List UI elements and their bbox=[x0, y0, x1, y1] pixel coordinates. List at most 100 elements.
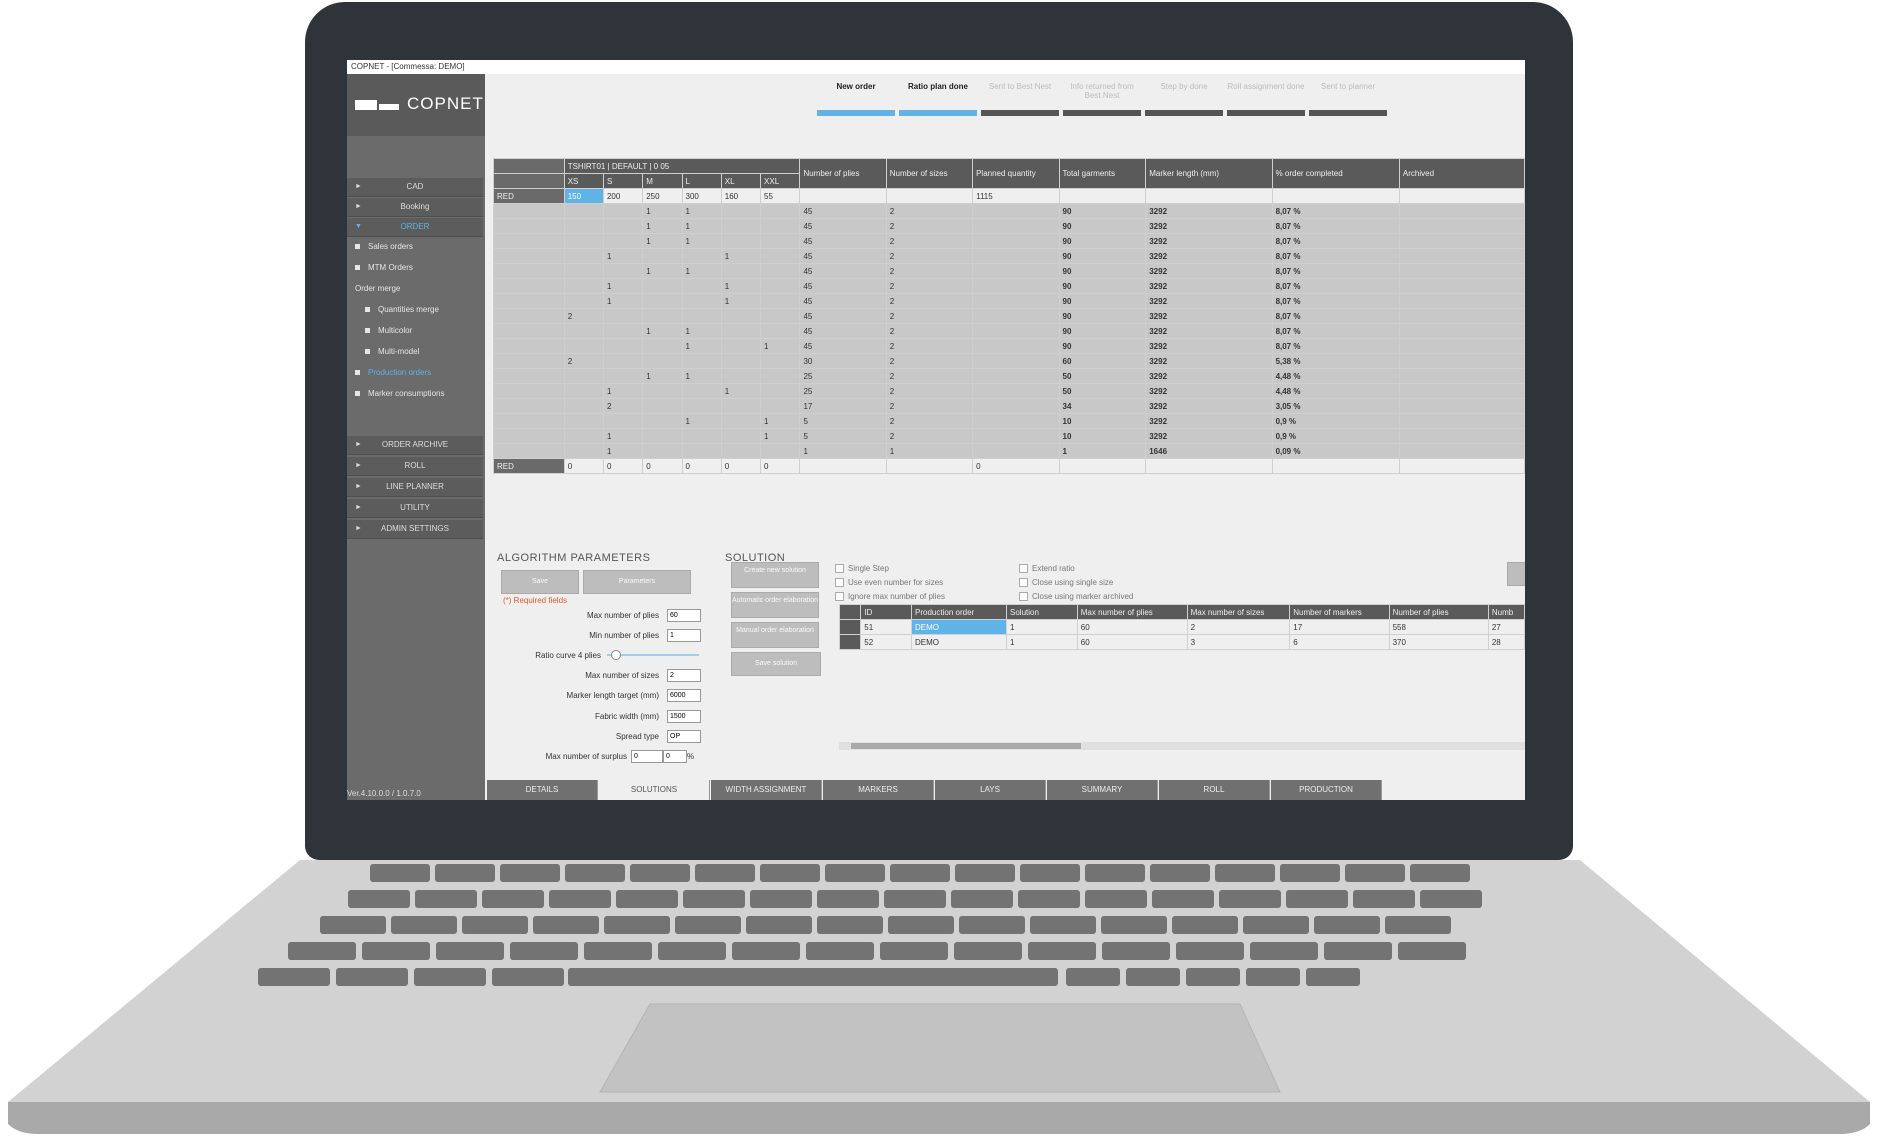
grid-cell[interactable]: 2 bbox=[885, 413, 974, 429]
solution-cell[interactable]: 370 bbox=[1388, 634, 1489, 650]
grid-cell[interactable]: 0,9 % bbox=[1271, 413, 1400, 429]
grid-cell[interactable]: 10 bbox=[1058, 428, 1147, 444]
grid-cell[interactable]: 2 bbox=[885, 428, 974, 444]
solution-column-header[interactable]: Max number of plies bbox=[1076, 604, 1188, 620]
grid-cell[interactable]: 5 bbox=[799, 428, 887, 444]
grid-cell[interactable] bbox=[1058, 458, 1147, 474]
grid-cell[interactable]: 3292 bbox=[1145, 308, 1273, 324]
grid-cell[interactable] bbox=[760, 383, 801, 399]
solution-cell[interactable]: 60 bbox=[1076, 634, 1188, 650]
solution-row[interactable]: 52 DEMO 1 60 3 6 370 28 bbox=[838, 634, 1525, 650]
grid-cell[interactable] bbox=[972, 278, 1060, 294]
grid-cell[interactable] bbox=[760, 353, 801, 369]
horizontal-scrollbar[interactable] bbox=[839, 742, 1525, 750]
qty-cell[interactable]: 150 bbox=[563, 188, 604, 204]
grid-cell[interactable]: 1 bbox=[681, 203, 722, 219]
tab-roll[interactable]: ROLL bbox=[1159, 780, 1270, 800]
grid-cell[interactable]: 3292 bbox=[1145, 293, 1273, 309]
nav-order[interactable]: ▼ ORDER bbox=[347, 218, 483, 237]
grid-cell[interactable]: 0,09 % bbox=[1271, 443, 1400, 459]
row-label[interactable] bbox=[493, 398, 565, 414]
grid-cell[interactable]: 2 bbox=[602, 398, 644, 414]
grid-cell[interactable]: 1 bbox=[760, 428, 801, 444]
grid-cell[interactable]: 1 bbox=[642, 368, 683, 384]
grid-cell[interactable]: 2 bbox=[885, 353, 974, 369]
grid-data-row[interactable]: 1 1 45 2 90 3292 8,07 % bbox=[493, 323, 1525, 339]
min-plies-input[interactable]: 1 bbox=[667, 629, 701, 642]
grid-cell[interactable] bbox=[1271, 458, 1400, 474]
grid-cell[interactable] bbox=[642, 278, 683, 294]
qty-cell[interactable]: 0 bbox=[681, 458, 722, 474]
grid-cell[interactable]: 90 bbox=[1058, 308, 1147, 324]
grid-cell[interactable] bbox=[642, 353, 683, 369]
solution-cell[interactable]: 60 bbox=[1076, 619, 1188, 635]
grid-cell[interactable]: 10 bbox=[1058, 413, 1147, 429]
grid-data-row[interactable]: 1 1 45 2 90 3292 8,07 % bbox=[493, 263, 1525, 279]
grid-cell[interactable]: 3292 bbox=[1145, 218, 1273, 234]
grid-cell[interactable] bbox=[1398, 383, 1525, 399]
grid-cell[interactable]: 45 bbox=[799, 233, 887, 249]
grid-cell[interactable] bbox=[602, 233, 644, 249]
grid-cell[interactable]: 2 bbox=[885, 308, 974, 324]
grid-cell[interactable]: 1 bbox=[602, 278, 644, 294]
row-label[interactable] bbox=[493, 278, 565, 294]
grid-cell[interactable] bbox=[720, 368, 762, 384]
grid-cell[interactable]: 3292 bbox=[1145, 413, 1273, 429]
grid-cell[interactable] bbox=[720, 338, 762, 354]
grid-cell[interactable] bbox=[563, 338, 604, 354]
grid-cell[interactable]: 1 bbox=[1058, 443, 1147, 459]
grid-cell[interactable] bbox=[1398, 398, 1525, 414]
grid-cell[interactable]: 1 bbox=[642, 323, 683, 339]
row-selector[interactable] bbox=[838, 619, 862, 635]
grid-cell[interactable] bbox=[972, 203, 1060, 219]
grid-cell[interactable] bbox=[642, 413, 683, 429]
grid-cell[interactable]: 5 bbox=[799, 413, 887, 429]
slider-handle[interactable] bbox=[611, 650, 621, 660]
grid-cell[interactable]: 8,07 % bbox=[1271, 263, 1400, 279]
grid-cell[interactable] bbox=[681, 308, 722, 324]
grid-cell[interactable]: 8,07 % bbox=[1271, 293, 1400, 309]
nav-cad[interactable]: ► CAD bbox=[347, 178, 483, 197]
grid-cell[interactable]: 1 bbox=[720, 278, 762, 294]
grid-cell[interactable] bbox=[1398, 308, 1525, 324]
grid-cell[interactable]: 90 bbox=[1058, 263, 1147, 279]
qty-cell[interactable]: 250 bbox=[642, 188, 683, 204]
row-label[interactable]: RED bbox=[493, 188, 565, 204]
option-checkbox[interactable]: Extend ratio bbox=[1019, 564, 1075, 574]
grid-cell[interactable]: 8,07 % bbox=[1271, 308, 1400, 324]
grid-cell[interactable]: 25 bbox=[799, 383, 887, 399]
grid-cell[interactable]: 1 bbox=[681, 413, 722, 429]
grid-cell[interactable] bbox=[799, 458, 887, 474]
checkbox-icon[interactable] bbox=[1019, 578, 1028, 588]
grid-cell[interactable]: 2 bbox=[885, 338, 974, 354]
nav-mtm-orders[interactable]: MTM Orders bbox=[355, 263, 413, 272]
grid-cell[interactable] bbox=[563, 203, 604, 219]
solution-cell[interactable]: 27 bbox=[1487, 619, 1525, 635]
grid-cell[interactable]: 4,48 % bbox=[1271, 383, 1400, 399]
tab-lays[interactable]: LAYS bbox=[935, 780, 1046, 800]
grid-cell[interactable]: 3292 bbox=[1145, 203, 1273, 219]
checkbox-icon[interactable] bbox=[1019, 592, 1028, 602]
option-checkbox[interactable]: Use even number for sizes bbox=[835, 578, 943, 588]
row-label[interactable] bbox=[493, 428, 565, 444]
grid-cell[interactable] bbox=[681, 278, 722, 294]
group-header[interactable]: TSHIRT01 | DEFAULT | 0 05 bbox=[563, 158, 801, 174]
grid-cell[interactable] bbox=[681, 428, 722, 444]
grid-cell[interactable] bbox=[972, 308, 1060, 324]
nav-order-archive[interactable]: ► ORDER ARCHIVE bbox=[347, 436, 483, 455]
nav-multicolor[interactable]: Multicolor bbox=[365, 326, 412, 335]
solution-column-header[interactable]: Number of plies bbox=[1388, 604, 1489, 620]
grid-cell[interactable] bbox=[1398, 413, 1525, 429]
grid-data-row[interactable]: 1 1 5 2 10 3292 0,9 % bbox=[493, 413, 1525, 429]
size-header[interactable]: L bbox=[681, 173, 722, 189]
grid-cell[interactable] bbox=[760, 293, 801, 309]
grid-cell[interactable] bbox=[760, 248, 801, 264]
grid-column-header[interactable]: Archived bbox=[1398, 158, 1525, 189]
grid-cell[interactable] bbox=[972, 293, 1060, 309]
nav-line-planner[interactable]: ► LINE PLANNER bbox=[347, 478, 483, 497]
grid-cell[interactable]: 45 bbox=[799, 203, 887, 219]
grid-data-row[interactable]: 1 1 5 2 10 3292 0,9 % bbox=[493, 428, 1525, 444]
spread-type-input[interactable]: OP bbox=[667, 730, 701, 743]
grid-cell[interactable] bbox=[563, 398, 604, 414]
grid-cell[interactable]: 1 bbox=[642, 203, 683, 219]
